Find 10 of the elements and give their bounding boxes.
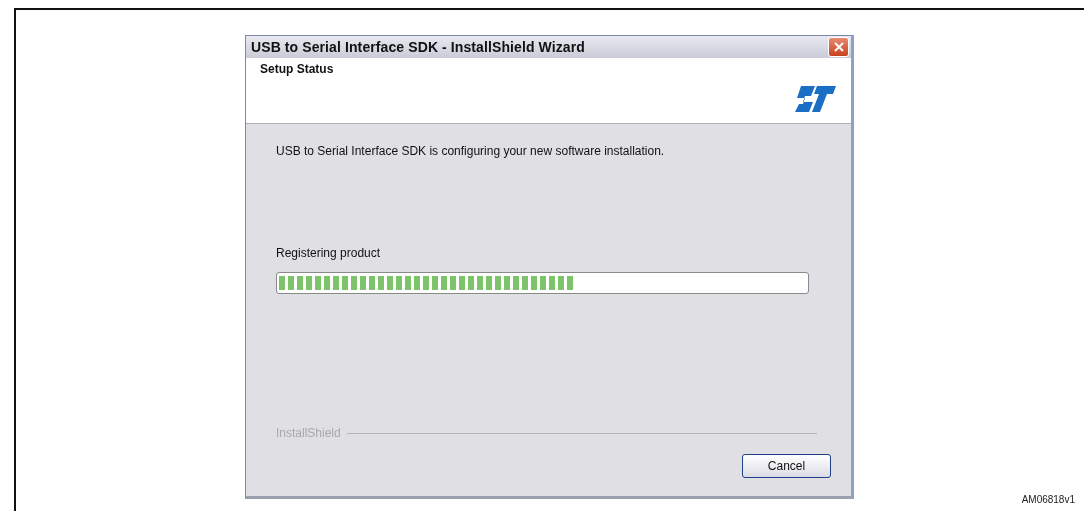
- progress-label: Registering product: [276, 246, 382, 260]
- logo-icon: [793, 84, 837, 114]
- cancel-button[interactable]: Cancel: [742, 454, 831, 478]
- close-icon: [833, 42, 844, 52]
- figure-id: AM06818v1: [1021, 494, 1075, 505]
- brand-label: InstallShield: [276, 426, 341, 440]
- close-button[interactable]: [828, 37, 849, 57]
- window-title: USB to Serial Interface SDK - InstallShield Wizard: [251, 39, 585, 55]
- header-title: Setup Status: [260, 62, 334, 77]
- status-message: USB to Serial Interface SDK is configuring your new software installation.: [276, 144, 666, 158]
